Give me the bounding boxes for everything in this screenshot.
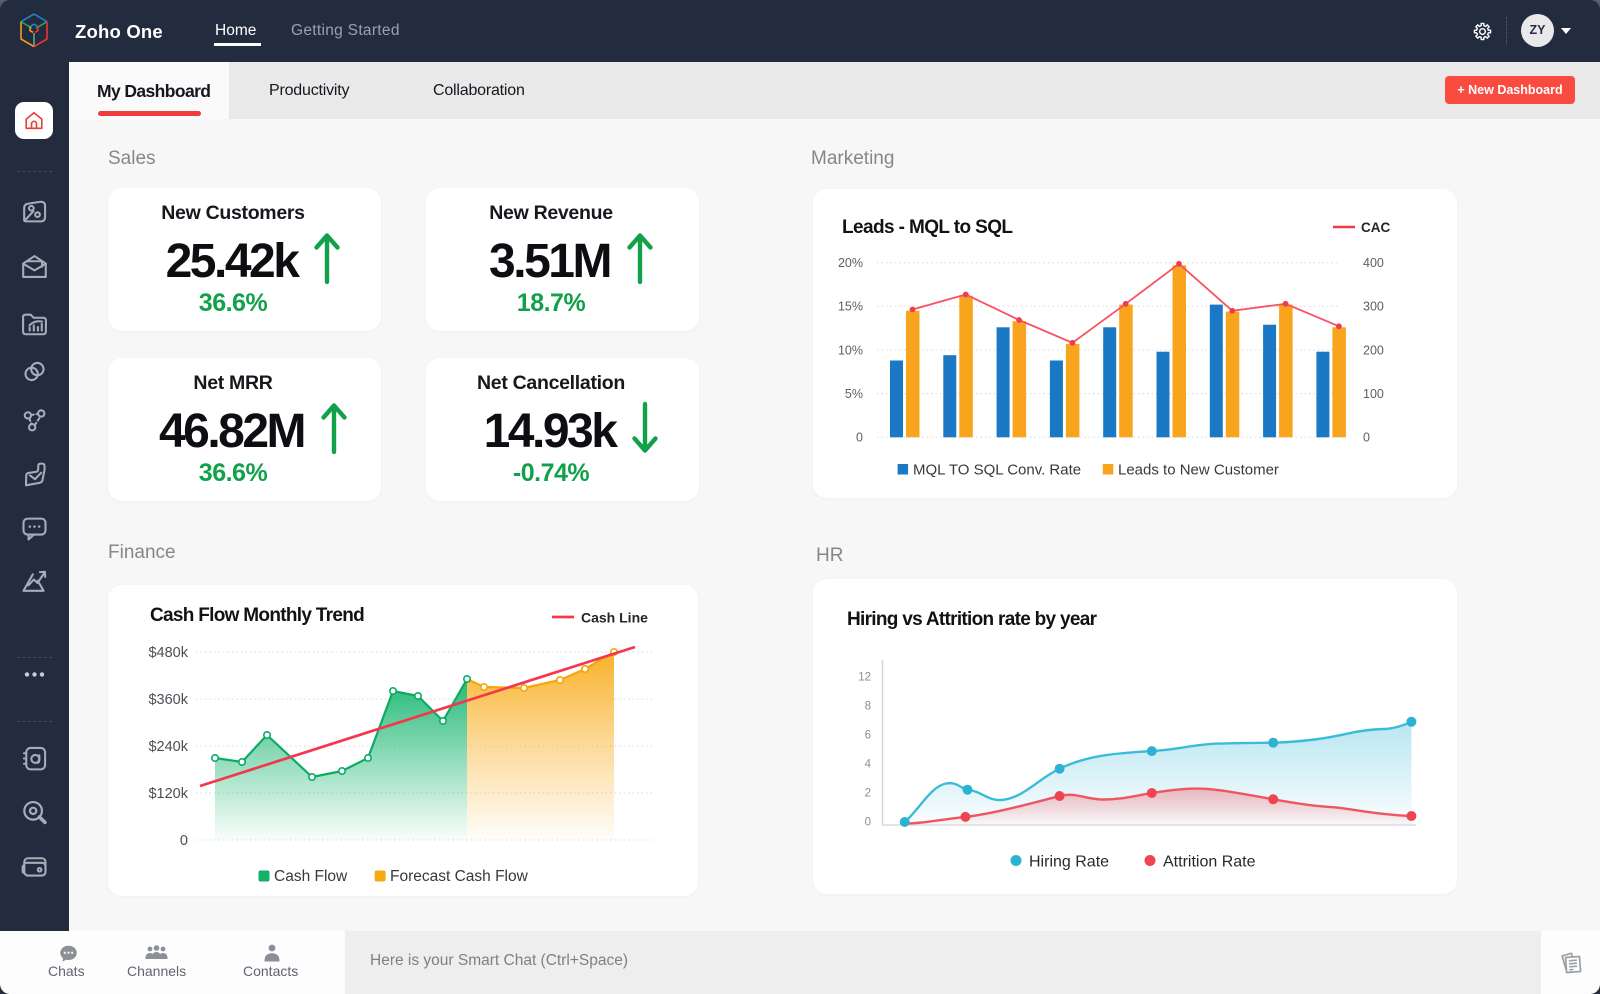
svg-text:$360k: $360k — [148, 692, 188, 708]
svg-text:0: 0 — [180, 833, 188, 849]
svg-text:8: 8 — [865, 701, 871, 713]
svg-text:Forecast Cash Flow: Forecast Cash Flow — [390, 868, 529, 885]
svg-text:0: 0 — [856, 431, 863, 445]
svg-text:CAC: CAC — [1361, 220, 1390, 235]
svg-text:Cash Flow: Cash Flow — [274, 868, 348, 885]
svg-text:6: 6 — [865, 730, 871, 742]
svg-text:100: 100 — [1363, 387, 1384, 401]
svg-text:300: 300 — [1363, 300, 1384, 314]
svg-text:$240k: $240k — [148, 739, 188, 755]
svg-text:Leads to New Customer: Leads to New Customer — [1118, 462, 1279, 479]
svg-text:Hiring vs Attrition rate by ye: Hiring vs Attrition rate by year — [847, 609, 1098, 630]
svg-text:$480k: $480k — [148, 645, 188, 661]
svg-text:Attrition Rate: Attrition Rate — [1163, 854, 1256, 871]
svg-text:5%: 5% — [845, 387, 863, 401]
svg-text:Hiring Rate: Hiring Rate — [1029, 854, 1109, 871]
svg-text:2: 2 — [865, 788, 871, 800]
svg-text:10%: 10% — [838, 343, 863, 357]
svg-text:4: 4 — [865, 759, 872, 771]
svg-text:Cash Flow Monthly Trend: Cash Flow Monthly Trend — [150, 605, 364, 626]
svg-text:200: 200 — [1363, 343, 1384, 357]
svg-text:15%: 15% — [838, 300, 863, 314]
svg-text:0: 0 — [865, 817, 871, 829]
svg-text:$120k: $120k — [148, 786, 188, 802]
svg-text:Cash Line: Cash Line — [581, 610, 648, 626]
svg-text:0: 0 — [1363, 431, 1370, 445]
svg-text:MQL TO SQL Conv. Rate: MQL TO SQL Conv. Rate — [913, 462, 1081, 479]
svg-text:20%: 20% — [838, 256, 863, 270]
svg-text:Leads - MQL to SQL: Leads - MQL to SQL — [842, 217, 1013, 238]
svg-text:12: 12 — [858, 672, 871, 684]
svg-text:400: 400 — [1363, 256, 1384, 270]
